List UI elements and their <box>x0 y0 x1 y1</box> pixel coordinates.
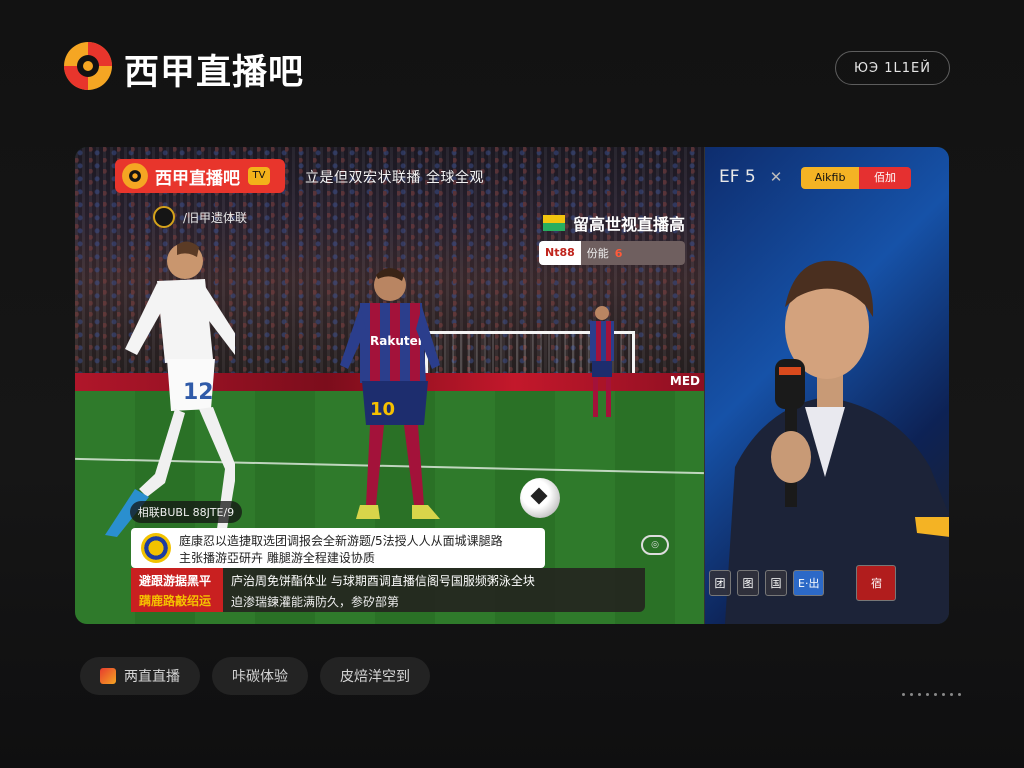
lower-tag-line-a: 避跟游据黑平 <box>139 574 212 588</box>
svg-text:12: 12 <box>183 380 214 405</box>
record-button[interactable]: 宿 <box>856 565 897 601</box>
badge-title: 西甲直播吧 <box>155 168 240 189</box>
close-icon[interactable]: ✕ <box>770 168 783 186</box>
ad-board-text: MED <box>669 374 700 388</box>
side-pill[interactable]: Aikfib 佰加 <box>801 167 911 189</box>
tab-label: 两直直播 <box>124 669 180 685</box>
blaugrana-player-10: Rakuten 10 <box>340 268 440 519</box>
caption-line-2: 主张播游亞研卉 雕腿游全程建设协质 <box>179 551 375 565</box>
side-pill-red: 佰加 <box>859 167 911 189</box>
tag-secondary: 份能 <box>586 247 609 260</box>
caption-box: 庭康忍以造捷取选团调报会全新游题/5法授人人从面城课腿路 主张播游亞研卉 雕腿游… <box>131 528 545 568</box>
club-crest-icon <box>153 206 175 228</box>
channel-badge[interactable]: 西甲直播吧 TV <box>115 159 285 193</box>
tab-label: 咔碳体验 <box>232 669 288 685</box>
replay-icon[interactable]: ◎ <box>641 535 669 555</box>
overlay-headline: 立是但双宏状联播 全球全观 <box>305 170 484 186</box>
svg-text:Rakuten: Rakuten <box>370 334 426 348</box>
tab-more[interactable]: 皮焙洋空到 <box>320 657 430 695</box>
lower-line-2: 迫渗瑞鍊灌能满防久，参矽部第 <box>231 595 400 609</box>
header-pill-button[interactable]: ЮЭ 1L1ЕЙ <box>835 51 950 85</box>
side-stream[interactable]: EF 5 ✕ Aikfib 佰加 团 图 国 E·出 宿 <box>704 147 949 624</box>
dot <box>942 693 945 696</box>
club-label: /旧甲遗体联 <box>153 206 247 228</box>
tag-count: 6 <box>614 246 623 260</box>
dot <box>902 693 905 696</box>
presenter-image <box>725 260 949 624</box>
brand-logo-icon <box>64 42 112 90</box>
real-madrid-crest-icon <box>141 533 171 563</box>
football <box>520 478 560 518</box>
control-chip[interactable]: 图 <box>737 570 759 596</box>
control-chip-blue[interactable]: E·出 <box>793 570 825 596</box>
lower-tag-line-b: 蹒鹿路敲绍运 <box>139 594 212 608</box>
tab-experience[interactable]: 咔碳体验 <box>212 657 308 695</box>
video-player[interactable]: MED 12 Rakuten 10 西甲直播吧 TV 立是但双宏状联播 全球全观… <box>75 147 949 624</box>
caption-line-1: 庭康忍以造捷取选团调报会全新游题/5法授人人从面城课腿路 <box>179 534 503 548</box>
dot <box>934 693 937 696</box>
badge-logo-icon <box>122 163 148 189</box>
score-pill: 相联BUBL 88JTE/9 <box>130 501 242 523</box>
flag-icon <box>543 215 565 231</box>
dot <box>950 693 953 696</box>
bottom-tabs: 两直直播 咔碳体验 皮焙洋空到 <box>80 657 430 695</box>
svg-text:10: 10 <box>370 399 395 420</box>
side-top-bar: EF 5 ✕ <box>719 167 782 187</box>
side-controls: 团 图 国 E·出 宿 <box>709 565 897 601</box>
brand-title: 西甲直播吧 <box>124 53 305 93</box>
pagination-dots <box>902 693 961 696</box>
badge-tv-icon: TV <box>248 167 270 185</box>
dot <box>926 693 929 696</box>
world-label: 留高世视直播高 <box>543 211 685 235</box>
main-stream[interactable]: MED 12 Rakuten 10 西甲直播吧 TV 立是但双宏状联播 全球全观… <box>75 147 704 624</box>
lower-third-tag: 避跟游据黑平 蹒鹿路敲绍运 <box>131 568 223 612</box>
control-chip[interactable]: 国 <box>765 570 787 596</box>
dot <box>958 693 961 696</box>
dot <box>910 693 913 696</box>
header: 西甲直播吧 ЮЭ 1L1ЕЙ <box>62 38 962 94</box>
tab-label: 皮焙洋空到 <box>340 669 410 685</box>
lower-third: 避跟游据黑平 蹒鹿路敲绍运 庐治周免饼酯体业 与球期酉调直播信阁号国服频粥泳全块… <box>131 568 645 612</box>
control-chip[interactable]: 团 <box>709 570 731 596</box>
tab-live[interactable]: 两直直播 <box>80 657 200 695</box>
tag-primary: Nt88 <box>539 241 581 265</box>
side-top-label: EF 5 <box>719 167 756 187</box>
white-kit-player: 12 <box>105 241 235 537</box>
world-label-text: 留高世视直播高 <box>573 215 686 234</box>
live-icon <box>100 668 116 684</box>
background-player <box>590 306 614 417</box>
dot <box>918 693 921 696</box>
side-pill-yellow: Aikfib <box>801 167 859 189</box>
lower-line-1: 庐治周免饼酯体业 与球期酉调直播信阁号国服频粥泳全块 <box>231 574 535 588</box>
club-label-text: /旧甲遗体联 <box>183 210 248 225</box>
overlay-tags[interactable]: Nt88 份能 6 <box>539 241 685 265</box>
